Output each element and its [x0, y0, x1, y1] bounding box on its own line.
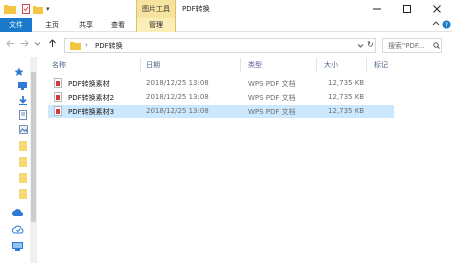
- documents-icon[interactable]: [19, 110, 27, 122]
- onedrive-icon[interactable]: [12, 209, 24, 218]
- up-button[interactable]: [48, 39, 57, 51]
- breadcrumb[interactable]: PDF转换: [95, 41, 123, 51]
- file-name: PDF转换素材: [68, 80, 110, 88]
- qat-dropdown-icon[interactable]: ▾: [46, 3, 50, 15]
- folder-icon[interactable]: [18, 189, 28, 201]
- file-type: WPS PDF 文档: [248, 108, 296, 116]
- this-pc-icon[interactable]: [12, 242, 23, 253]
- column-header-type[interactable]: 类型: [248, 60, 262, 70]
- recent-locations-button[interactable]: [34, 39, 41, 51]
- file-date: 2018/12/25 13:08: [146, 107, 209, 115]
- close-button[interactable]: [422, 0, 452, 18]
- file-size: 12,735 KB: [328, 79, 365, 87]
- file-row[interactable]: PDF转换素材 2018/12/25 13:08 WPS PDF 文档 12,7…: [48, 77, 394, 90]
- breadcrumb-separator-icon: ›: [85, 41, 88, 49]
- column-header-date[interactable]: 日期: [146, 60, 160, 70]
- navigation-bar: › PDF转换 ↻ 搜索"PDF...: [0, 33, 452, 57]
- back-button[interactable]: [6, 39, 15, 51]
- column-header-tags[interactable]: 标记: [374, 60, 388, 70]
- window-title: PDF转换: [182, 5, 210, 13]
- forward-button[interactable]: [20, 39, 29, 51]
- file-list: 名称 日期 类型 大小 标记 PDF转换素材 2018/12/25 13:08 …: [44, 57, 452, 263]
- file-date: 2018/12/25 13:08: [146, 79, 209, 87]
- pictures-icon[interactable]: [19, 125, 28, 136]
- pdf-file-icon: [54, 106, 62, 116]
- ribbon-tabs: 文件 主页 共享 查看 管理 ?: [0, 18, 452, 32]
- divider: [366, 58, 367, 72]
- divider: [316, 58, 317, 72]
- context-tab-picture-tools: 图片工具: [136, 0, 176, 18]
- file-size: 12,735 KB: [328, 93, 365, 101]
- pdf-file-icon: [54, 78, 62, 88]
- wps-cloud-icon[interactable]: [11, 225, 24, 236]
- folder-icon[interactable]: [18, 141, 28, 153]
- divider: [240, 58, 241, 72]
- column-header-size[interactable]: 大小: [324, 60, 338, 70]
- file-type: WPS PDF 文档: [248, 80, 296, 88]
- file-row[interactable]: PDF转换素材2 2018/12/25 13:08 WPS PDF 文档 12,…: [48, 91, 394, 104]
- folder-icon[interactable]: [18, 173, 28, 185]
- help-icon[interactable]: ?: [442, 20, 451, 31]
- column-header-name[interactable]: 名称: [52, 60, 66, 70]
- svg-text:?: ?: [445, 22, 448, 29]
- quick-access-icon[interactable]: [14, 67, 24, 79]
- new-folder-icon[interactable]: [33, 3, 43, 15]
- expand-ribbon-icon[interactable]: [432, 20, 440, 30]
- pdf-file-icon: [54, 92, 62, 102]
- search-input[interactable]: 搜索"PDF...: [388, 41, 424, 51]
- folder-icon[interactable]: [18, 157, 28, 169]
- downloads-icon[interactable]: [19, 96, 27, 107]
- file-date: 2018/12/25 13:08: [146, 93, 209, 101]
- title-bar: ▾ 图片工具 PDF转换: [0, 0, 452, 18]
- tab-file[interactable]: 文件: [0, 18, 32, 32]
- divider: [140, 58, 141, 72]
- search-box[interactable]: 搜索"PDF...: [382, 38, 442, 53]
- folder-icon[interactable]: [4, 3, 16, 15]
- refresh-icon[interactable]: ↻: [367, 40, 374, 49]
- folder-icon: [70, 41, 81, 52]
- file-size: 12,735 KB: [328, 107, 365, 115]
- properties-icon[interactable]: [22, 3, 30, 15]
- file-name: PDF转换素材2: [68, 94, 115, 102]
- file-name: PDF转换素材3: [68, 108, 115, 116]
- tab-view[interactable]: 查看: [104, 18, 132, 32]
- search-icon[interactable]: [433, 42, 440, 51]
- file-row-selected[interactable]: PDF转换素材3 2018/12/25 13:08 WPS PDF 文档 12,…: [48, 105, 394, 118]
- tab-home[interactable]: 主页: [38, 18, 66, 32]
- address-dropdown-icon[interactable]: [357, 42, 364, 51]
- file-type: WPS PDF 文档: [248, 94, 296, 102]
- maximize-button[interactable]: [392, 0, 422, 18]
- address-bar[interactable]: › PDF转换 ↻: [64, 38, 376, 53]
- desktop-icon[interactable]: [18, 82, 27, 92]
- tab-share[interactable]: 共享: [72, 18, 100, 32]
- minimize-button[interactable]: [362, 0, 392, 18]
- navigation-scrollbar-thumb[interactable]: [31, 72, 36, 222]
- tab-manage[interactable]: 管理: [136, 18, 176, 32]
